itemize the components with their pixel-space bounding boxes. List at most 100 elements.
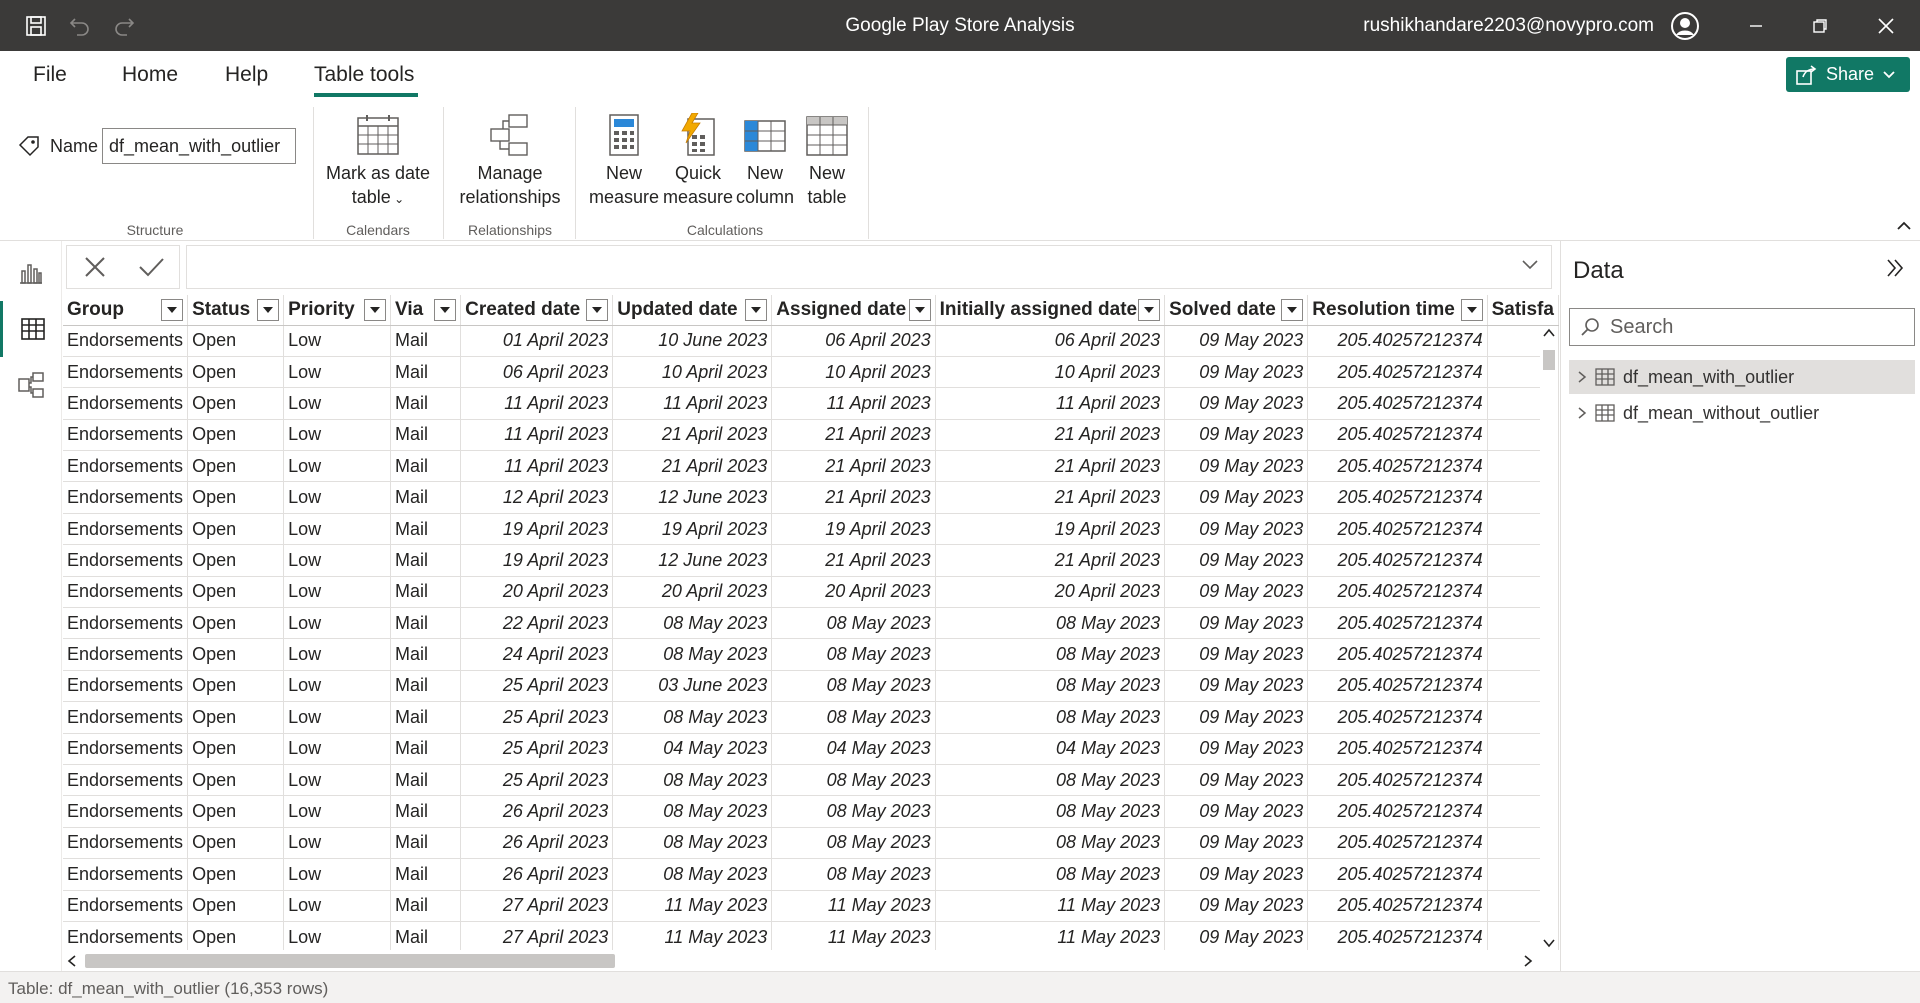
table-cell[interactable]: 08 May 2023: [935, 701, 1166, 734]
table-cell[interactable]: 11 April 2023: [460, 387, 614, 420]
table-name-input[interactable]: [102, 128, 296, 164]
table-cell[interactable]: 09 May 2023: [1164, 576, 1309, 609]
table-cell[interactable]: 205.40257212374: [1307, 325, 1488, 357]
table-cell[interactable]: Open: [187, 325, 285, 357]
table-cell[interactable]: Open: [187, 858, 285, 891]
table-cell[interactable]: 08 May 2023: [612, 638, 773, 671]
table-cell[interactable]: Low: [283, 764, 392, 797]
table-cell[interactable]: Low: [283, 858, 392, 891]
table-cell[interactable]: 21 April 2023: [771, 481, 936, 514]
table-cell[interactable]: Mail: [390, 450, 462, 483]
table-cell[interactable]: Open: [187, 827, 285, 860]
data-search-input[interactable]: Search: [1569, 308, 1915, 346]
restore-icon[interactable]: [1804, 10, 1836, 42]
table-cell[interactable]: 21 April 2023: [612, 419, 773, 452]
table-cell[interactable]: 21 April 2023: [935, 481, 1166, 514]
table-cell[interactable]: 22 April 2023: [460, 607, 614, 640]
table-cell[interactable]: 08 May 2023: [771, 764, 936, 797]
table-cell[interactable]: 25 April 2023: [460, 670, 614, 703]
quick-measure-button[interactable]: Quick measure: [660, 113, 736, 209]
table-cell[interactable]: 25 April 2023: [460, 733, 614, 765]
share-button[interactable]: Share: [1786, 57, 1910, 92]
table-cell[interactable]: Low: [283, 576, 392, 609]
table-cell[interactable]: 21 April 2023: [771, 450, 936, 483]
table-cell[interactable]: 08 May 2023: [612, 764, 773, 797]
table-cell[interactable]: 01 April 2023: [460, 325, 614, 357]
table-cell[interactable]: 09 May 2023: [1164, 356, 1309, 389]
table-cell[interactable]: 11 April 2023: [612, 387, 773, 420]
table-cell[interactable]: Open: [187, 890, 285, 922]
table-cell[interactable]: 09 May 2023: [1164, 827, 1309, 860]
table-cell[interactable]: 06 April 2023: [771, 325, 936, 357]
data-table-item[interactable]: df_mean_with_outlier: [1569, 360, 1915, 394]
table-cell[interactable]: Low: [283, 827, 392, 860]
filter-dropdown-icon[interactable]: [586, 299, 609, 321]
table-cell[interactable]: Endorsements: [63, 764, 189, 797]
table-cell[interactable]: Endorsements: [63, 481, 189, 514]
table-cell[interactable]: 08 May 2023: [771, 638, 936, 671]
table-cell[interactable]: Low: [283, 890, 392, 922]
table-cell[interactable]: Low: [283, 387, 392, 420]
table-cell[interactable]: Open: [187, 450, 285, 483]
table-cell[interactable]: Mail: [390, 481, 462, 514]
table-cell[interactable]: Endorsements: [63, 921, 189, 954]
table-cell[interactable]: 08 May 2023: [935, 858, 1166, 891]
table-cell[interactable]: Open: [187, 387, 285, 420]
table-cell[interactable]: 21 April 2023: [771, 544, 936, 577]
filter-dropdown-icon[interactable]: [1460, 299, 1483, 321]
table-cell[interactable]: Mail: [390, 325, 462, 357]
filter-dropdown-icon[interactable]: [908, 299, 931, 321]
table-cell[interactable]: 09 May 2023: [1164, 419, 1309, 452]
table-cell[interactable]: Endorsements: [63, 450, 189, 483]
table-cell[interactable]: Endorsements: [63, 513, 189, 546]
table-cell[interactable]: Endorsements: [63, 607, 189, 640]
table-cell[interactable]: Open: [187, 544, 285, 577]
table-cell[interactable]: 08 May 2023: [771, 607, 936, 640]
table-cell[interactable]: Mail: [390, 576, 462, 609]
table-cell[interactable]: 205.40257212374: [1307, 921, 1488, 954]
table-cell[interactable]: Mail: [390, 387, 462, 420]
table-cell[interactable]: 27 April 2023: [460, 921, 614, 954]
new-measure-button[interactable]: New measure: [586, 113, 662, 209]
column-header[interactable]: Updated date: [612, 295, 773, 326]
table-cell[interactable]: 21 April 2023: [935, 419, 1166, 452]
scroll-down-icon[interactable]: [1543, 938, 1555, 948]
table-cell[interactable]: 20 April 2023: [771, 576, 936, 609]
column-header[interactable]: Status: [187, 295, 285, 326]
table-cell[interactable]: Mail: [390, 607, 462, 640]
table-cell[interactable]: 08 May 2023: [612, 827, 773, 860]
table-cell[interactable]: 09 May 2023: [1164, 795, 1309, 828]
table-cell[interactable]: 09 May 2023: [1164, 544, 1309, 577]
table-cell[interactable]: 12 June 2023: [612, 544, 773, 577]
table-cell[interactable]: 09 May 2023: [1164, 764, 1309, 797]
table-cell[interactable]: 10 April 2023: [771, 356, 936, 389]
column-header[interactable]: Solved date: [1164, 295, 1309, 326]
mark-as-date-table-button[interactable]: Mark as date table ⌄: [320, 113, 436, 211]
table-cell[interactable]: 205.40257212374: [1307, 607, 1488, 640]
table-cell[interactable]: 04 May 2023: [935, 733, 1166, 765]
vertical-scroll-thumb[interactable]: [1543, 350, 1555, 370]
table-cell[interactable]: 25 April 2023: [460, 701, 614, 734]
table-cell[interactable]: 19 April 2023: [771, 513, 936, 546]
avatar-icon[interactable]: [1670, 11, 1700, 46]
table-cell[interactable]: 08 May 2023: [935, 764, 1166, 797]
table-cell[interactable]: 205.40257212374: [1307, 356, 1488, 389]
table-cell[interactable]: 21 April 2023: [612, 450, 773, 483]
chevron-right-icon[interactable]: [1577, 406, 1587, 420]
model-view-icon[interactable]: [0, 357, 62, 413]
table-cell[interactable]: 205.40257212374: [1307, 764, 1488, 797]
cancel-icon[interactable]: [82, 254, 108, 280]
table-cell[interactable]: Mail: [390, 356, 462, 389]
table-cell[interactable]: 08 May 2023: [935, 638, 1166, 671]
checkmark-icon[interactable]: [137, 254, 165, 280]
table-cell[interactable]: Endorsements: [63, 325, 189, 357]
table-cell[interactable]: 21 April 2023: [771, 419, 936, 452]
table-cell[interactable]: 205.40257212374: [1307, 701, 1488, 734]
table-cell[interactable]: 09 May 2023: [1164, 890, 1309, 922]
table-cell[interactable]: Low: [283, 481, 392, 514]
table-cell[interactable]: 205.40257212374: [1307, 450, 1488, 483]
table-cell[interactable]: 11 May 2023: [612, 921, 773, 954]
table-cell[interactable]: 04 May 2023: [612, 733, 773, 765]
filter-dropdown-icon[interactable]: [161, 299, 184, 321]
tab-home[interactable]: Home: [122, 63, 178, 87]
